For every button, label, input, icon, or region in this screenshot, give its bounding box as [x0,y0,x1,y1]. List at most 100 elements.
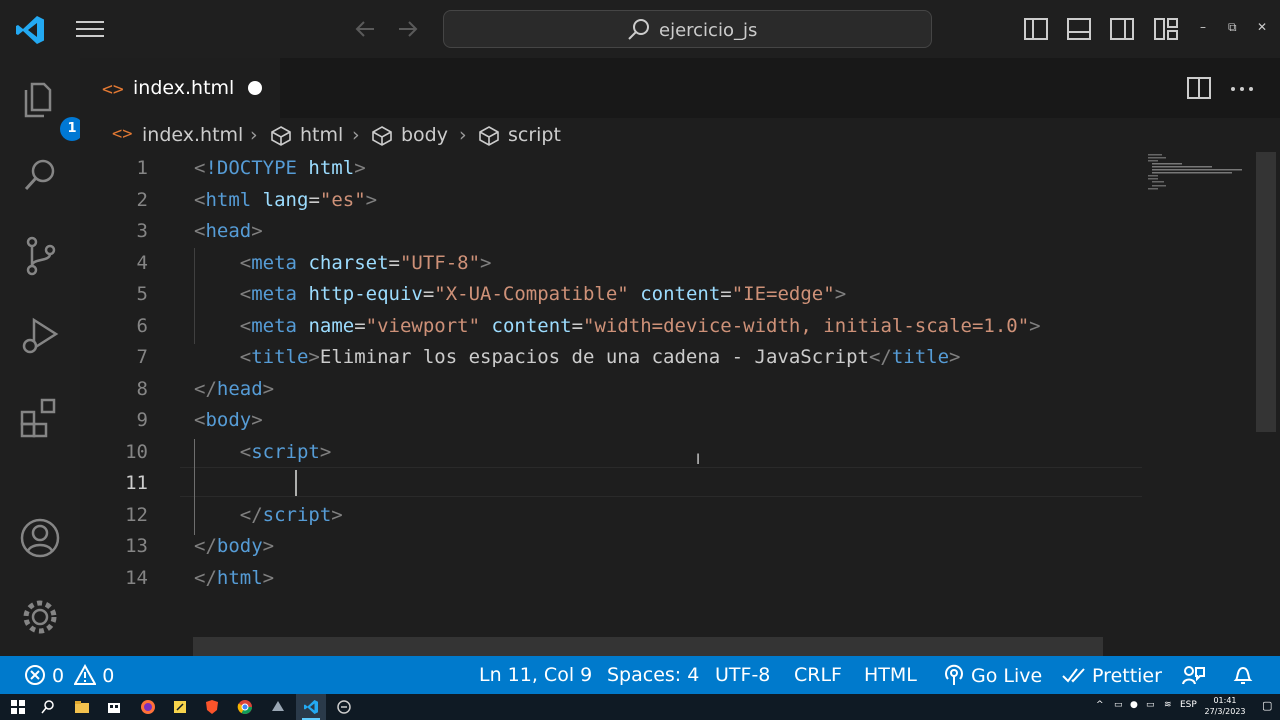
file-explorer-icon[interactable] [74,699,90,715]
settings-gear-icon[interactable] [18,595,62,639]
toggle-primary-sidebar-icon[interactable] [1023,16,1049,42]
code-token: http-equiv [308,283,423,305]
customize-layout-icon[interactable] [1153,16,1179,42]
os-taskbar: ^ ▭ ● ▭ ≋ ESP 01:41 27/3/2023 ▢ [0,694,1280,720]
store-icon[interactable] [106,699,122,715]
go-live-button[interactable]: Go Live [943,664,1042,687]
clock-time: 01:41 [1213,696,1237,705]
bell-icon[interactable] [1232,664,1254,686]
tray-chevron-icon[interactable]: ^ [1096,700,1104,710]
code-editor[interactable]: 1 2 3 4 5 6 7 8 9 10 11 12 13 14 <!DOCTYPE html> <html… [80,152,1280,656]
tab-index-html[interactable]: <> index.html [80,58,280,118]
code-token: < [194,188,206,211]
extensions-icon[interactable] [18,396,62,440]
toggle-secondary-sidebar-icon[interactable] [1109,16,1135,42]
code-line[interactable]: <title>Eliminar los espacios de una cade… [194,341,961,373]
app-icon[interactable] [336,699,352,715]
element-cube-icon [372,126,392,146]
files-icon [24,82,52,118]
title-bar: ejercicio_js – ⧉ ✕ [0,0,1280,58]
close-button[interactable]: ✕ [1257,20,1267,34]
code-line[interactable]: <!DOCTYPE html> [194,152,366,184]
restore-button[interactable]: ⧉ [1228,20,1237,35]
code-line[interactable]: <body> [194,404,263,436]
code-token: = [388,251,400,274]
problems-indicator[interactable]: 0 0 [24,663,115,687]
code-line[interactable]: </script> [194,499,343,531]
indentation[interactable]: Spaces: 4 [607,664,699,686]
code-token: = [422,283,435,305]
firefox-icon[interactable] [140,699,156,715]
search-icon[interactable] [18,153,62,197]
warning-count: 0 [102,665,115,687]
code-token: html [205,188,252,211]
code-token: > [262,377,275,400]
code-token: > [308,346,320,368]
horizontal-scrollbar[interactable] [193,637,1103,656]
forward-arrow-icon[interactable] [395,16,421,42]
vertical-scrollbar[interactable] [1256,152,1276,432]
code-token: </ [239,503,263,526]
tray-monitor-icon[interactable]: ▭ [1146,700,1155,710]
tray-network-icon[interactable]: ▭ [1114,700,1123,710]
clock-date: 27/3/2023 [1204,707,1246,716]
tray-language[interactable]: ESP [1180,700,1197,710]
chrome-icon[interactable] [237,699,253,715]
minimize-button[interactable]: – [1200,20,1206,34]
code-line[interactable]: <meta http-equiv="X-UA-Compatible" conte… [194,278,846,310]
go-live-label: Go Live [971,665,1043,687]
code-line[interactable]: </head> [194,373,274,405]
taskbar-clock[interactable]: 01:41 27/3/2023 [1203,695,1247,717]
app-icon[interactable] [270,699,286,715]
account-icon[interactable] [18,516,62,560]
menu-icon[interactable] [76,18,104,40]
unsaved-dot-icon[interactable] [248,81,262,95]
language-mode[interactable]: HTML [864,664,917,686]
end-of-line[interactable]: CRLF [794,664,842,686]
code-line[interactable]: <meta name="viewport" content="width=dev… [194,310,1041,342]
minimap[interactable] [1142,152,1260,192]
code-line[interactable]: <meta charset="UTF-8"> [194,247,492,279]
code-line[interactable] [194,467,286,499]
back-arrow-icon[interactable] [352,16,378,42]
code-token: script [262,503,332,526]
code-token: = [571,314,584,337]
split-editor-icon[interactable] [1186,75,1212,101]
vscode-taskbar-button[interactable] [296,694,326,720]
code-token: head [205,220,252,242]
breadcrumb-item-file[interactable]: index.html [142,124,243,146]
breadcrumb-item-body[interactable]: body [401,124,448,146]
tray-app-icon[interactable]: ● [1130,700,1138,710]
breadcrumb: <> index.html › html › body › script [80,118,1280,152]
more-actions-icon[interactable] [1229,76,1255,102]
code-token: head [216,377,263,400]
feedback-icon[interactable] [1181,664,1205,686]
line-number: 12 [125,503,148,526]
breadcrumb-item-html[interactable]: html [300,124,343,146]
code-lines[interactable]: <!DOCTYPE html> <html lang="es"> <head> <m… [194,152,1154,656]
brave-icon[interactable] [204,699,220,715]
code-line[interactable]: </body> [194,530,274,562]
toggle-panel-icon[interactable] [1066,16,1092,42]
run-debug-icon[interactable] [18,314,62,358]
code-line[interactable]: <html lang="es"> [194,184,377,216]
code-line[interactable]: <script> [194,436,332,468]
wifi-icon[interactable]: ≋ [1164,700,1172,710]
windows-start-icon[interactable] [10,699,26,715]
prettier-button[interactable]: Prettier [1062,664,1162,687]
explorer-button[interactable]: 1 [18,76,84,141]
source-control-icon[interactable] [18,234,62,278]
breadcrumb-item-script[interactable]: script [508,124,561,146]
cursor-position[interactable]: Ln 11, Col 9 [479,664,592,686]
command-center-search[interactable]: ejercicio_js [443,10,932,48]
line-number: 3 [136,220,148,242]
code-line[interactable]: <head> [194,215,263,247]
code-token: < [194,157,206,179]
taskbar-search-icon[interactable] [40,699,56,715]
notifications-icon[interactable]: ▢ [1262,699,1272,712]
code-line[interactable]: </html> [194,562,274,594]
code-token: < [239,440,252,463]
notes-icon[interactable] [172,699,188,715]
encoding[interactable]: UTF-8 [715,664,770,686]
